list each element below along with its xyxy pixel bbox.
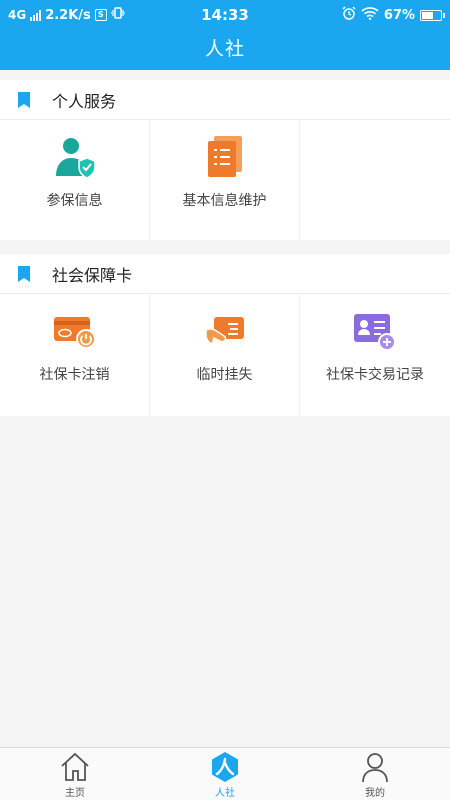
signal-icon	[30, 9, 42, 21]
tile-temporary-loss-report[interactable]: 临时挂失	[150, 294, 300, 416]
tile-label: 临时挂失	[196, 367, 253, 383]
network-type: 4G	[8, 8, 27, 22]
section-social-security-card: 社会保障卡 社保卡注销 临时挂失 社保卡交易记录	[0, 254, 450, 416]
app-header: 4G 2.2K/s S 14:33 67% 人社	[0, 0, 450, 70]
id-card-plus-icon	[354, 314, 396, 351]
tile-label: 参保信息	[46, 193, 103, 209]
tab-mine[interactable]: 我的	[300, 748, 450, 800]
tab-home[interactable]: 主页	[0, 748, 150, 800]
home-icon	[61, 752, 89, 781]
tab-label: 人社	[215, 788, 235, 799]
status-bar: 4G 2.2K/s S 14:33 67%	[0, 0, 450, 30]
tile-empty	[300, 120, 450, 240]
person-shield-icon	[55, 138, 96, 179]
page-title: 人社	[204, 38, 245, 60]
tile-label: 基本信息维护	[182, 193, 267, 209]
bookmark-icon	[18, 265, 30, 282]
vibrate-icon	[110, 7, 126, 23]
section-title: 社会保障卡	[52, 265, 133, 285]
s-app-icon: S	[94, 9, 107, 21]
tab-label: 主页	[65, 788, 85, 799]
tab-renshe[interactable]: 人社	[150, 748, 300, 800]
battery-icon	[420, 9, 445, 21]
bookmark-icon	[18, 91, 30, 108]
hand-card-icon	[204, 317, 244, 345]
network-speed: 2.2K/s	[45, 7, 91, 23]
person-hex-icon	[212, 752, 238, 782]
section-header: 个人服务	[0, 80, 450, 120]
tile-basic-info-maintenance[interactable]: 基本信息维护	[150, 120, 300, 240]
user-icon	[362, 753, 388, 783]
clock: 14:33	[201, 6, 249, 24]
wifi-icon	[361, 6, 379, 24]
card-power-icon	[53, 317, 96, 349]
tile-card-transaction-records[interactable]: 社保卡交易记录	[300, 294, 450, 416]
tab-label: 我的	[365, 788, 385, 799]
section-header: 社会保障卡	[0, 254, 450, 294]
section-personal-services: 个人服务 参保信息 基本信息维护	[0, 80, 450, 240]
alarm-icon	[342, 6, 356, 24]
bottom-tab-bar: 主页 人社 我的	[0, 747, 450, 800]
section-title: 个人服务	[52, 91, 117, 111]
document-list-icon	[207, 136, 242, 177]
tile-insurance-info[interactable]: 参保信息	[0, 120, 150, 240]
battery-percent: 67%	[383, 7, 415, 23]
tile-card-cancellation[interactable]: 社保卡注销	[0, 294, 150, 416]
tile-label: 社保卡交易记录	[326, 367, 424, 383]
tile-label: 社保卡注销	[39, 367, 110, 383]
